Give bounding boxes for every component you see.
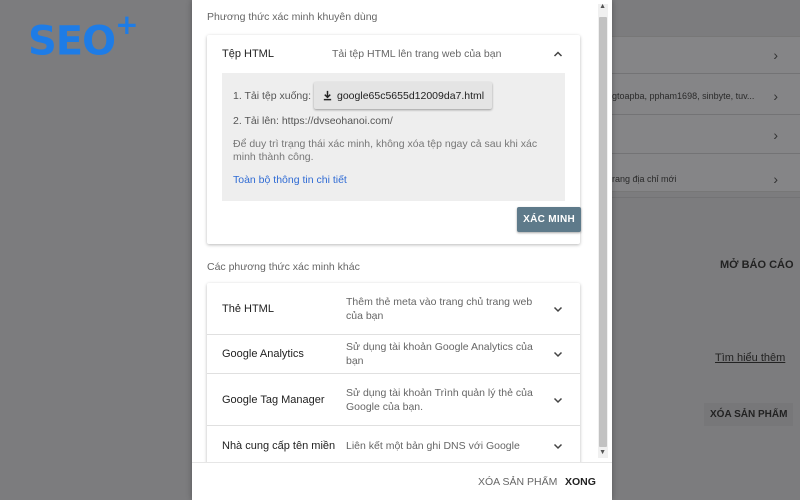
dialog-footer: XÓA SẢN PHẨM XONG [192, 462, 612, 500]
chevron-down-icon[interactable] [552, 394, 564, 406]
method-html-tag[interactable]: Thẻ HTML Thêm thẻ meta vào trang chủ tra… [207, 283, 580, 335]
download-file-button[interactable]: google65c5655d12009da7.html [314, 82, 493, 109]
details-link[interactable]: Toàn bộ thông tin chi tiết [233, 174, 347, 186]
chevron-down-icon[interactable] [552, 440, 564, 452]
step1-label: 1. Tải tệp xuống: [233, 90, 312, 102]
chevron-up-icon[interactable] [552, 48, 564, 60]
done-button[interactable]: XONG [565, 476, 596, 488]
method-name: Google Tag Manager [222, 393, 325, 406]
method-name: Tệp HTML [222, 48, 274, 60]
background-row[interactable]: › [600, 116, 800, 154]
other-methods-list: Thẻ HTML Thêm thẻ meta vào trang chủ tra… [207, 283, 580, 462]
method-name: Nhà cung cấp tên miền [222, 440, 336, 452]
verification-dialog: Phương thức xác minh khuyên dùng Tệp HTM… [192, 0, 612, 500]
method-description: Liên kết một bản ghi DNS với Google [346, 440, 520, 452]
chevron-right-icon: › [773, 126, 778, 143]
recommended-section-title: Phương thức xác minh khuyên dùng [207, 11, 378, 23]
upload-url: https://dvseohanoi.com/ [281, 115, 393, 127]
scroll-down-icon[interactable]: ▼ [599, 449, 606, 456]
method-name: Thẻ HTML [222, 302, 274, 315]
learn-more-link[interactable]: Tìm hiểu thêm [715, 352, 785, 364]
verification-note: Để duy trì trạng thái xác minh, không xó… [233, 138, 538, 163]
method-google-tag-manager[interactable]: Google Tag Manager Sử dụng tài khoản Trì… [207, 374, 580, 426]
chevron-right-icon: › [773, 46, 778, 63]
method-description: Thêm thẻ meta vào trang chủ trang web củ… [346, 295, 533, 322]
background-remove-product-button[interactable]: XÓA SẢN PHẨM [704, 403, 794, 426]
html-file-header[interactable]: Tệp HTML Tải tệp HTML lên trang web của … [207, 35, 580, 73]
method-description: Sử dụng tài khoản Trình quản lý thẻ của … [346, 386, 533, 413]
scrollbar-thumb[interactable] [599, 17, 607, 447]
verify-button[interactable]: XÁC MINH [517, 207, 581, 232]
html-file-instructions: 1. Tải tệp xuống: google65c5655d12009da7… [222, 73, 565, 201]
chevron-down-icon[interactable] [552, 303, 564, 315]
step2-text: 2. Tải lên: https://dvseohanoi.com/ [233, 115, 393, 127]
chevron-right-icon: › [773, 87, 778, 104]
chevron-right-icon: › [773, 170, 778, 187]
download-file-name: google65c5655d12009da7.html [337, 89, 485, 102]
method-name: Google Analytics [222, 348, 304, 360]
remove-product-button[interactable]: XÓA SẢN PHẨM [478, 476, 557, 488]
method-domain-provider[interactable]: Nhà cung cấp tên miền Liên kết một bản g… [207, 426, 580, 462]
seo-logo: SEO+ [28, 8, 139, 65]
other-methods-title: Các phương thức xác minh khác [207, 261, 360, 273]
background-row[interactable]: rang địa chỉ mới › [600, 160, 800, 198]
download-icon [323, 90, 332, 101]
background-row[interactable]: › [600, 36, 800, 74]
method-google-analytics[interactable]: Google Analytics Sử dụng tài khoản Googl… [207, 335, 580, 374]
background-row[interactable]: gtoapba, ppham1698, sinbyte, tuv... › [600, 77, 800, 115]
open-report-button[interactable]: MỞ BÁO CÁO [720, 259, 794, 271]
chevron-down-icon[interactable] [552, 348, 564, 360]
method-description: Sử dụng tài khoản Google Analytics của b… [346, 341, 533, 367]
dialog-content: Phương thức xác minh khuyên dùng Tệp HTM… [192, 0, 596, 462]
scroll-up-icon[interactable]: ▲ [599, 3, 606, 10]
method-description: Tải tệp HTML lên trang web của bạn [332, 48, 502, 60]
